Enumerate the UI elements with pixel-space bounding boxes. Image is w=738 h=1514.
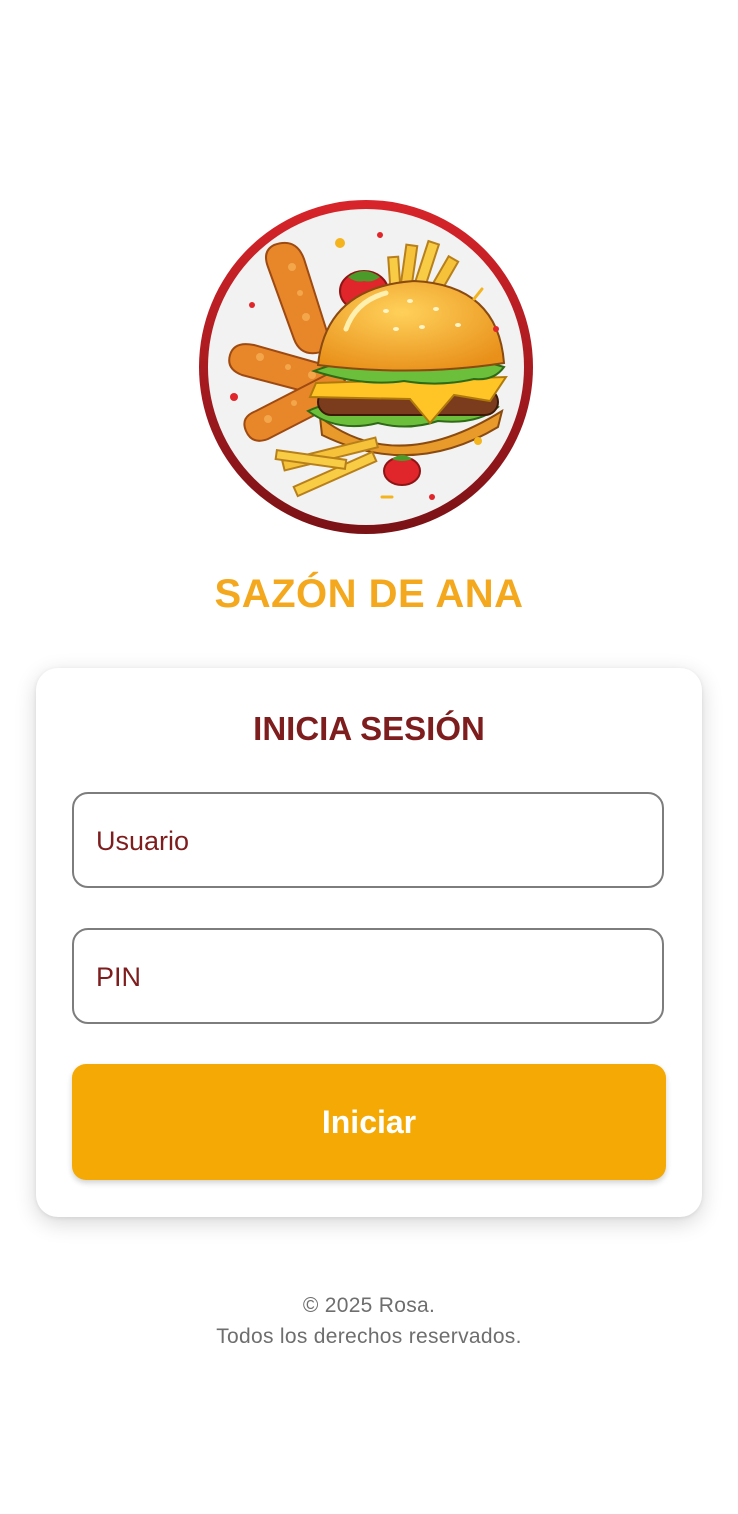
username-input[interactable] [94,794,648,888]
rights-text: Todos los derechos reservados. [216,1325,522,1348]
footer: © 2025 Rosa. Todos los derechos reservad… [0,1290,738,1352]
restaurant-logo [199,200,533,534]
username-field[interactable] [72,792,664,888]
login-screen: SAZÓN DE ANA INICIA SESIÓN Iniciar © 202… [0,0,738,1514]
login-card: INICIA SESIÓN Iniciar [36,668,702,1217]
brand-name: SAZÓN DE ANA [214,572,524,616]
pin-field[interactable] [72,928,664,1024]
copyright-text: © 2025 Rosa. [302,1294,436,1317]
login-title: INICIA SESIÓN [253,710,485,747]
pin-input[interactable] [94,930,648,1024]
login-submit-button[interactable]: Iniciar [72,1064,666,1180]
